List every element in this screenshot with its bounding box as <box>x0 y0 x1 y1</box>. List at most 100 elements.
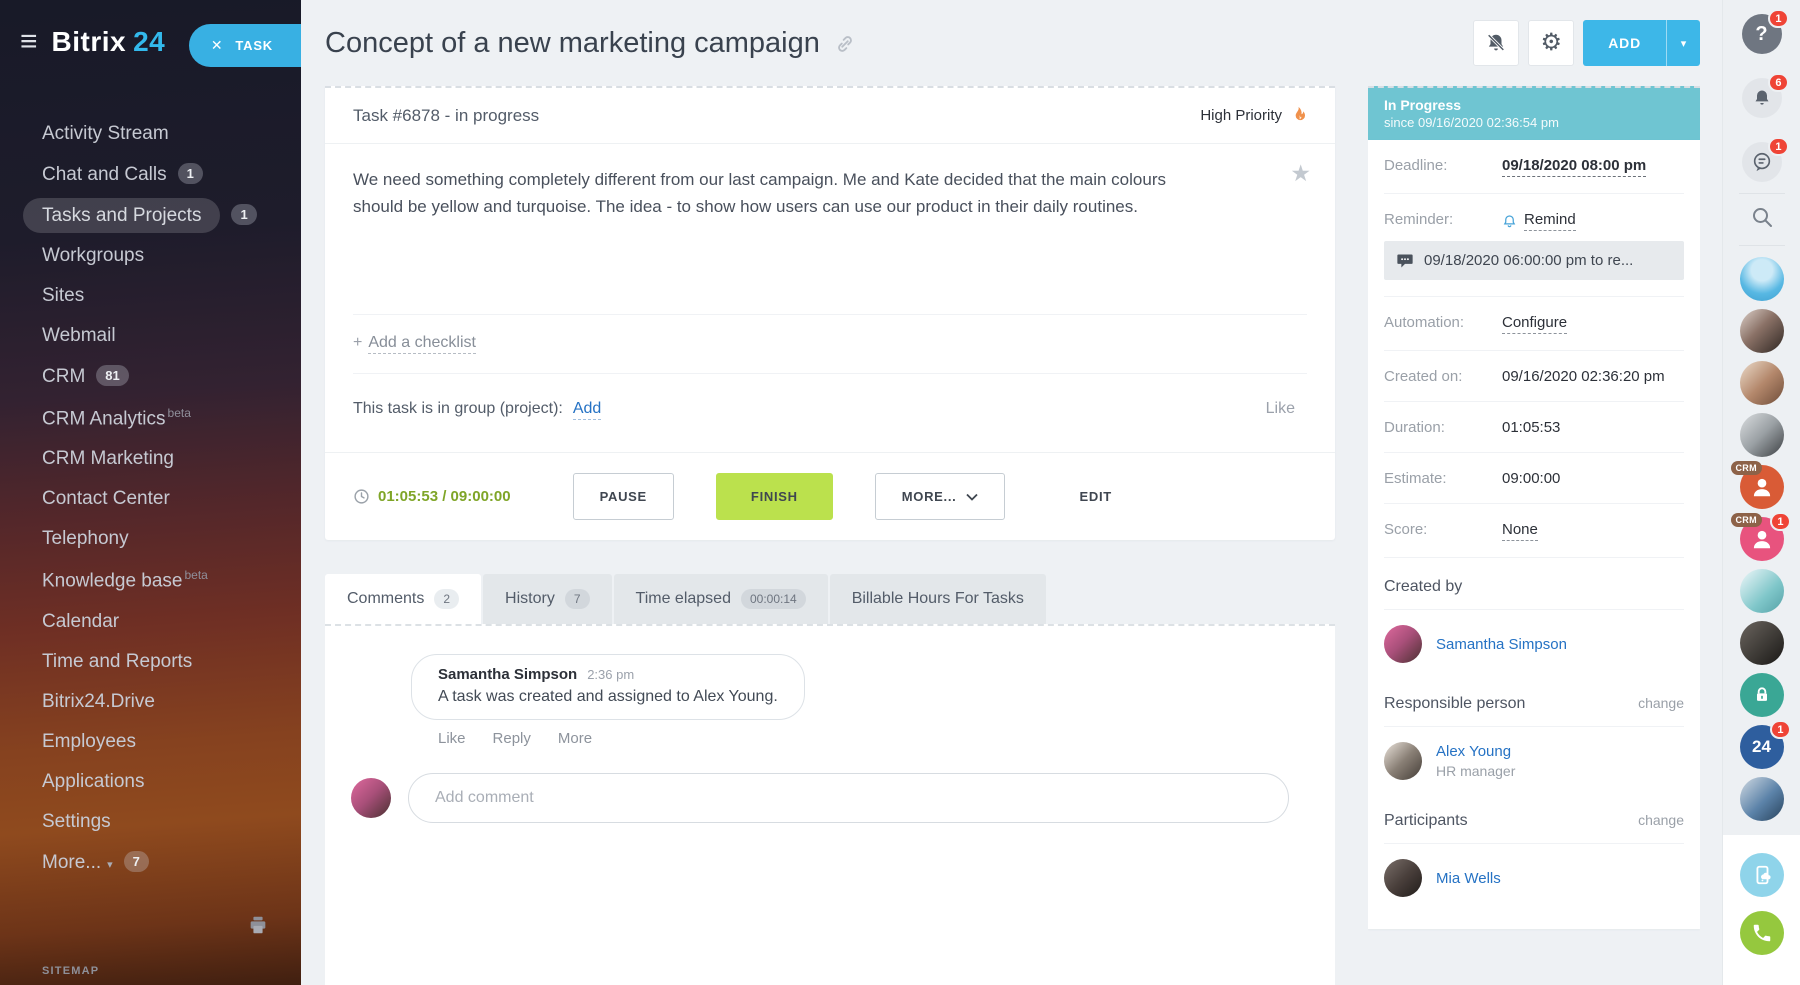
score-value[interactable]: None <box>1502 521 1538 541</box>
sidebar-item-label: Employees <box>42 731 136 752</box>
sidebar-item-sites[interactable]: Sites <box>0 276 301 316</box>
search-button[interactable] <box>1750 205 1774 234</box>
close-icon[interactable]: ✕ <box>211 37 224 53</box>
sidebar-item-employees[interactable]: Employees <box>0 722 301 762</box>
finish-button[interactable]: FINISH <box>716 473 833 520</box>
clock-icon <box>353 488 370 505</box>
sidebar-badge: 1 <box>178 163 203 184</box>
add-button[interactable]: ADD ▾ <box>1583 20 1700 66</box>
created-by-heading: Created by <box>1384 578 1462 596</box>
sidebar-item-applications[interactable]: Applications <box>0 762 301 802</box>
created-by-name-link[interactable]: Samantha Simpson <box>1436 636 1567 653</box>
hamburger-menu-icon[interactable]: ≡ <box>20 32 38 52</box>
comment-like-link[interactable]: Like <box>438 730 466 747</box>
add-to-group-link[interactable]: Add <box>573 400 601 420</box>
avatar-man-beard[interactable] <box>1740 361 1784 405</box>
settings-button[interactable]: ⚙ <box>1528 20 1574 66</box>
sidebar-item-activity-stream[interactable]: Activity Stream <box>0 114 301 154</box>
task-description: We need something completely different f… <box>353 166 1193 314</box>
add-comment-input[interactable] <box>408 773 1289 823</box>
deadline-value[interactable]: 09/18/2020 08:00 pm <box>1502 157 1646 177</box>
sidebar-item-calendar[interactable]: Calendar <box>0 602 301 642</box>
printer-icon[interactable] <box>247 914 269 941</box>
page-title[interactable]: Concept of a new marketing campaign <box>325 27 820 60</box>
bitrix-logo[interactable]: Bitrix24 <box>52 26 166 58</box>
mobile-app-button[interactable] <box>1740 853 1784 897</box>
comment-reply-link[interactable]: Reply <box>493 730 531 747</box>
tab-comments[interactable]: Comments2 <box>325 574 481 624</box>
avatar-dark-photo[interactable] <box>1740 621 1784 665</box>
avatar-alex-young[interactable] <box>1384 742 1422 780</box>
favorite-star-icon[interactable]: ★ <box>1290 160 1311 187</box>
sidebar-item-settings[interactable]: Settings <box>0 802 301 842</box>
sidebar-item-bitrix24-drive[interactable]: Bitrix24.Drive <box>0 682 301 722</box>
responsible-name-link[interactable]: Alex Young <box>1436 743 1515 760</box>
sidebar-item-crm-analytics[interactable]: CRM Analyticsbeta <box>0 397 301 439</box>
task-slider-tab[interactable]: ✕TASK <box>189 24 301 67</box>
avatar-crm-contact-orange[interactable]: CRM <box>1740 465 1784 509</box>
avatar-crm-contact-pink[interactable]: CRM 1 <box>1740 517 1784 561</box>
tab-badge: 00:00:14 <box>741 589 806 609</box>
avatar-man-blue-shirt[interactable] <box>1740 777 1784 821</box>
sidebar-item-label: More... <box>42 852 101 873</box>
sidebar-item-chat-and-calls[interactable]: Chat and Calls1 <box>0 154 301 195</box>
reminder-entry-text: 09/18/2020 06:00:00 pm to re... <box>1424 252 1633 269</box>
pause-button[interactable]: PAUSE <box>573 473 674 520</box>
secure-chat-button[interactable] <box>1740 673 1784 717</box>
bitrix24-network-button[interactable]: 24 1 <box>1740 725 1784 769</box>
beta-tag: beta <box>168 406 191 420</box>
tab-history[interactable]: History7 <box>483 574 611 624</box>
avatar-mia-wells[interactable] <box>1384 859 1422 897</box>
change-responsible-link[interactable]: change <box>1638 695 1684 711</box>
notifications-button[interactable]: 6 <box>1742 78 1782 118</box>
tab-label: Time elapsed <box>636 590 731 608</box>
main-area: Concept of a new marketing campaign ⚙ AD… <box>301 0 1722 985</box>
sidebar-item-crm[interactable]: CRM81 <box>0 356 301 397</box>
add-dropdown-caret[interactable]: ▾ <box>1666 20 1700 66</box>
comment-author[interactable]: Samantha Simpson <box>438 666 577 683</box>
avatar-samantha-simpson[interactable] <box>1384 625 1422 663</box>
tab-time-elapsed[interactable]: Time elapsed 00:00:14 <box>614 574 828 624</box>
created-on-label: Created on: <box>1384 368 1502 385</box>
avatar-illustration-blue[interactable] <box>1740 257 1784 301</box>
copy-link-icon[interactable] <box>834 33 856 60</box>
avatar-laptop-illustration[interactable] <box>1740 569 1784 613</box>
add-checklist-link[interactable]: +Add a checklist <box>353 315 1307 373</box>
sidebar-badge: 81 <box>96 365 128 386</box>
like-task-link[interactable]: Like <box>1266 400 1307 418</box>
sidebar-item-more[interactable]: More...▾7 <box>0 842 301 883</box>
estimate-value: 09:00:00 <box>1502 470 1560 487</box>
reminder-entry[interactable]: 09/18/2020 06:00:00 pm to re... <box>1384 241 1684 280</box>
edit-button[interactable]: EDIT <box>1053 474 1137 519</box>
more-button[interactable]: MORE... <box>875 473 1006 520</box>
help-button[interactable]: ? 1 <box>1742 14 1782 54</box>
sitemap-link[interactable]: SITEMAP <box>42 965 99 977</box>
mute-notifications-button[interactable] <box>1473 20 1519 66</box>
avatar-woman-dark-hair[interactable] <box>1740 309 1784 353</box>
configure-link[interactable]: Configure <box>1502 314 1567 334</box>
telephony-button[interactable] <box>1740 911 1784 955</box>
sidebar-item-time-and-reports[interactable]: Time and Reports <box>0 642 301 682</box>
tab-label: Comments <box>347 590 424 608</box>
logo-24: 24 <box>133 26 165 57</box>
sidebar-item-workgroups[interactable]: Workgroups <box>0 236 301 276</box>
sidebar-item-knowledge-base[interactable]: Knowledge basebeta <box>0 559 301 601</box>
comment-more-link[interactable]: More <box>558 730 592 747</box>
group-label: This task is in group (project): <box>353 400 563 418</box>
sidebar-item-tasks-and-projects[interactable]: Tasks and Projects1 <box>0 195 301 236</box>
sidebar-item-telephony[interactable]: Telephony <box>0 519 301 559</box>
avatar-older-man-glasses[interactable] <box>1740 413 1784 457</box>
sidebar-item-webmail[interactable]: Webmail <box>0 316 301 356</box>
remind-link[interactable]: Remind <box>1524 211 1576 231</box>
participant-name-link[interactable]: Mia Wells <box>1436 870 1501 887</box>
crm-contact-badge: 1 <box>1770 512 1790 531</box>
messenger-button[interactable]: 1 <box>1742 142 1782 182</box>
sidebar-item-crm-marketing[interactable]: CRM Marketing <box>0 439 301 479</box>
tab-billable-hours[interactable]: Billable Hours For Tasks <box>830 574 1046 624</box>
person-icon <box>1749 474 1775 500</box>
question-icon: ? <box>1755 23 1767 46</box>
sidebar-item-contact-center[interactable]: Contact Center <box>0 479 301 519</box>
current-user-avatar[interactable] <box>351 778 391 818</box>
change-participants-link[interactable]: change <box>1638 812 1684 828</box>
sidebar-item-label: Calendar <box>42 611 119 632</box>
